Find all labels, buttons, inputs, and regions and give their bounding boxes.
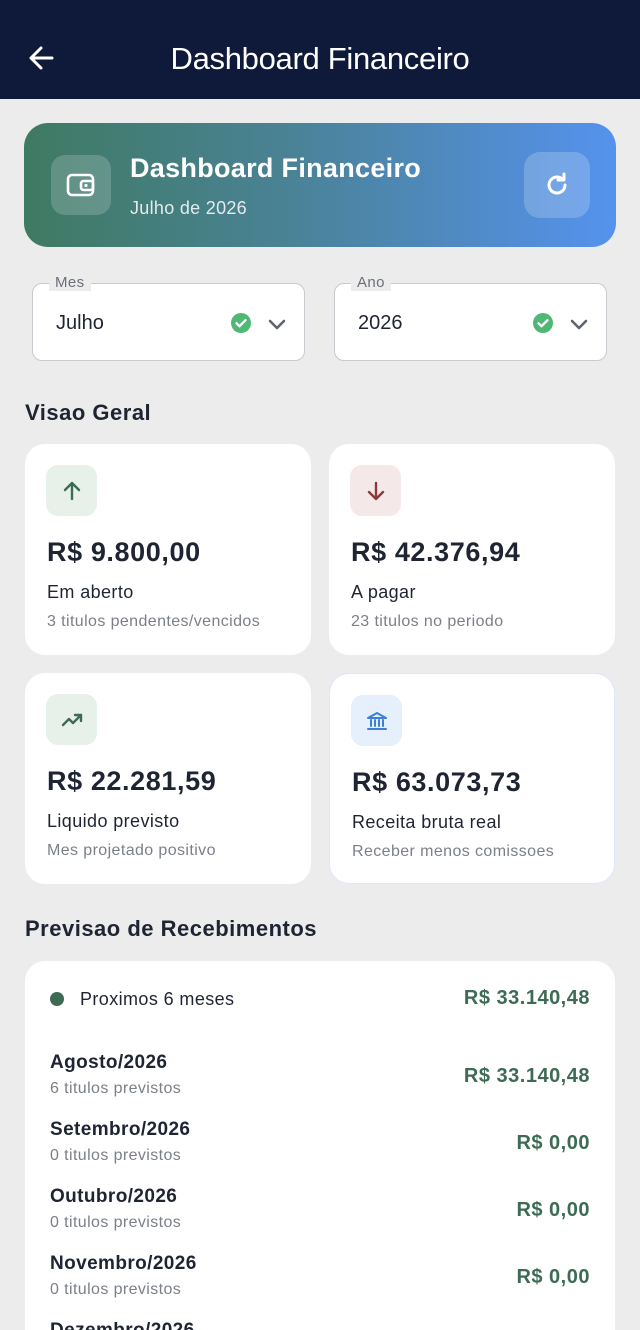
forecast-month: Outubro/2026 — [50, 1186, 178, 1207]
forecast-amount: R$ 0,00 — [516, 1199, 590, 1221]
trending-up-icon — [46, 694, 97, 745]
forecast-card: Proximos 6 meses R$ 33.140,48 Agosto/202… — [25, 961, 615, 1330]
card-amount: R$ 42.376,94 — [351, 537, 521, 567]
forecast-month: Dezembro/2026 — [50, 1320, 195, 1330]
list-item: Outubro/2026 0 titulos previstos R$ 0,00 — [25, 1186, 615, 1248]
card-label: Receita bruta real — [352, 812, 502, 832]
status-dot — [50, 992, 64, 1006]
forecast-count: 0 titulos previstos — [50, 1281, 182, 1298]
card-note: Mes projetado positivo — [47, 842, 216, 859]
card-label: Em aberto — [47, 582, 134, 602]
year-select-label: Ano — [351, 274, 391, 291]
card-note: 3 titulos pendentes/vencidos — [47, 613, 261, 630]
card-note: Receber menos comissoes — [352, 843, 555, 860]
year-select[interactable]: Ano 2026 — [334, 274, 607, 361]
overview-section-title: Visao Geral — [25, 400, 152, 425]
list-item: Novembro/2026 0 titulos previstos R$ 0,0… — [25, 1253, 615, 1315]
card-label: Liquido previsto — [47, 811, 180, 831]
list-item: Agosto/2026 6 titulos previstos R$ 33.14… — [25, 1052, 615, 1114]
refresh-button[interactable] — [524, 152, 590, 218]
check-circle-icon — [230, 312, 252, 339]
card-amount: R$ 63.073,73 — [352, 767, 522, 797]
forecast-amount: R$ 0,00 — [516, 1132, 590, 1154]
banner-subtitle: Julho de 2026 — [130, 198, 247, 218]
month-select[interactable]: Mes Julho — [32, 274, 305, 361]
forecast-amount: R$ 33.140,48 — [463, 1065, 590, 1087]
forecast-amount: R$ 0,00 — [516, 1266, 590, 1288]
arrow-down-icon — [350, 465, 401, 516]
bank-icon — [351, 695, 402, 746]
chevron-down-icon — [266, 313, 288, 340]
banner-title: Dashboard Financeiro — [130, 153, 422, 183]
forecast-section-title: Previsao de Recebimentos — [25, 916, 318, 941]
month-select-label: Mes — [49, 274, 91, 291]
card-net-forecast[interactable]: R$ 22.281,59 Liquido previsto Mes projet… — [25, 673, 311, 884]
arrow-up-icon — [46, 465, 97, 516]
forecast-month: Novembro/2026 — [50, 1253, 197, 1274]
forecast-count: 0 titulos previstos — [50, 1147, 182, 1164]
app-bar: Dashboard Financeiro — [0, 0, 640, 99]
forecast-count: 0 titulos previstos — [50, 1214, 182, 1231]
forecast-count: 6 titulos previstos — [50, 1080, 182, 1097]
month-select-value: Julho — [56, 312, 104, 334]
forecast-total: R$ 33.140,48 — [463, 987, 590, 1009]
card-amount: R$ 22.281,59 — [47, 766, 217, 796]
summary-banner: Dashboard Financeiro Julho de 2026 — [24, 123, 616, 247]
check-circle-icon — [532, 312, 554, 339]
chevron-down-icon — [568, 313, 590, 340]
forecast-month: Setembro/2026 — [50, 1119, 191, 1140]
card-gross-revenue[interactable]: R$ 63.073,73 Receita bruta real Receber … — [329, 673, 615, 884]
list-item: Setembro/2026 0 titulos previstos R$ 0,0… — [25, 1119, 615, 1181]
forecast-month: Agosto/2026 — [50, 1052, 168, 1073]
list-item: Dezembro/2026 — [25, 1320, 615, 1330]
card-label: A pagar — [351, 582, 416, 602]
year-select-value: 2026 — [358, 312, 403, 334]
card-amount: R$ 9.800,00 — [47, 537, 201, 567]
refresh-icon — [547, 172, 567, 195]
page-title: Dashboard Financeiro — [170, 41, 470, 76]
forecast-period-label: Proximos 6 meses — [80, 989, 235, 1009]
card-open-receivables[interactable]: R$ 9.800,00 Em aberto 3 titulos pendente… — [25, 444, 311, 655]
card-note: 23 titulos no periodo — [351, 613, 504, 630]
card-payables[interactable]: R$ 42.376,94 A pagar 23 titulos no perio… — [329, 444, 615, 655]
wallet-icon — [51, 155, 111, 215]
